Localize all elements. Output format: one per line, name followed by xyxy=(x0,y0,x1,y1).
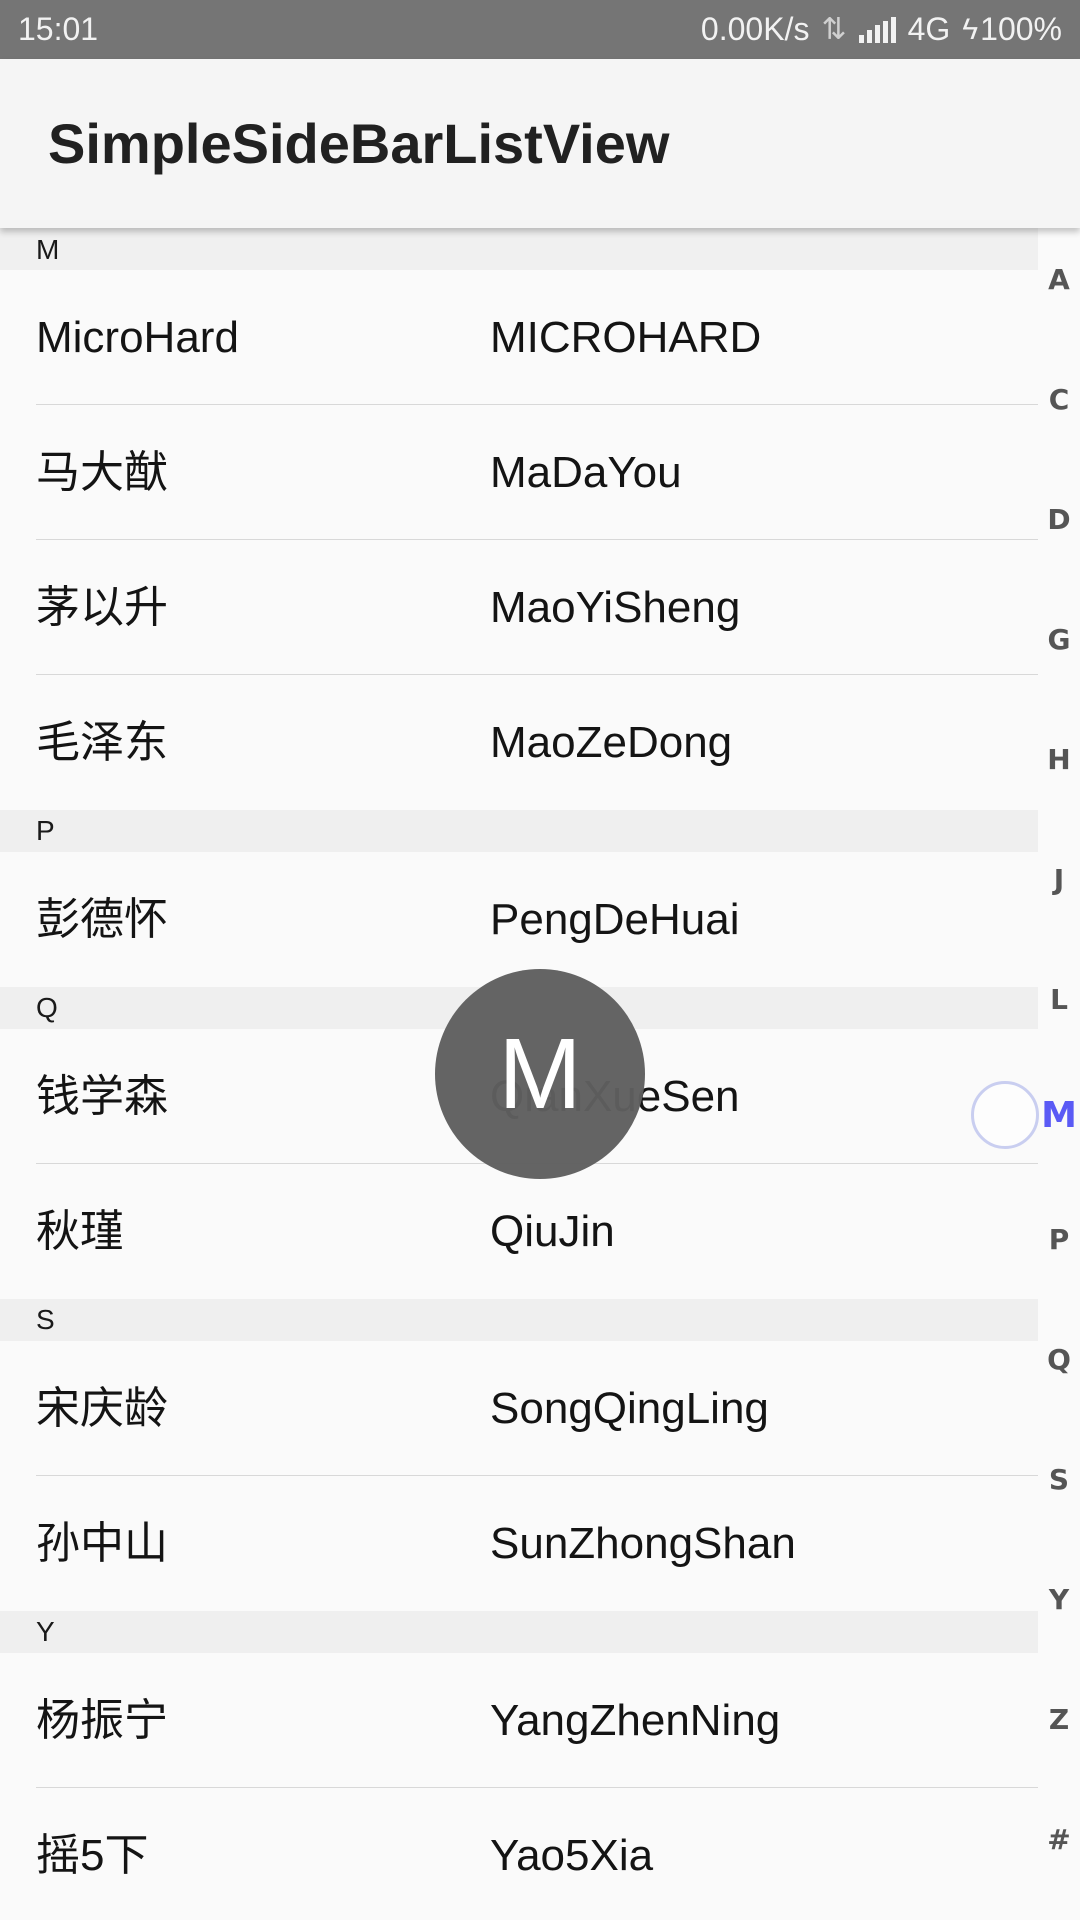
network-speed: 0.00K/s xyxy=(700,11,810,47)
status-bar: 15:01 0.00K/s ⇅ 4G ϟ 100% xyxy=(0,0,1080,59)
side-index-letter[interactable]: C xyxy=(1038,383,1080,416)
network-type: 4G xyxy=(907,11,951,47)
list-item[interactable]: 茅以升 MaoYiSheng xyxy=(0,540,1038,675)
list-item-name: 杨振宁 xyxy=(36,1696,168,1745)
signal-strength-icon xyxy=(858,16,896,43)
list-item-name: MicroHard xyxy=(36,313,239,362)
list-item-pinyin: MICROHARD xyxy=(490,313,762,362)
section-header-p: P xyxy=(0,810,1038,852)
side-index-bar[interactable]: A C D G H J L M P Q S Y Z # xyxy=(1038,228,1080,1920)
side-index-letter[interactable]: Y xyxy=(1038,1583,1080,1616)
side-index-letter[interactable]: Z xyxy=(1038,1703,1080,1736)
list-item-pinyin: Yao5Xia xyxy=(490,1831,654,1880)
side-index-letter-active[interactable]: M xyxy=(1038,1095,1080,1136)
index-letter-bubble: M xyxy=(435,969,645,1179)
list-item-pinyin: QiuJin xyxy=(490,1207,615,1256)
touch-indicator xyxy=(971,1081,1039,1149)
data-transfer-icon: ⇅ xyxy=(821,13,847,46)
list-item-name: 摇5下 xyxy=(36,1831,149,1880)
side-index-letter[interactable]: L xyxy=(1038,983,1080,1016)
side-index-letter[interactable]: A xyxy=(1038,263,1080,296)
list-item-pinyin: PengDeHuai xyxy=(490,895,740,944)
list-item[interactable]: 宋庆龄 SongQingLing xyxy=(0,1341,1038,1476)
section-header-s: S xyxy=(0,1299,1038,1341)
status-indicators: 0.00K/s ⇅ 4G ϟ 100% xyxy=(701,0,1062,59)
list-item[interactable]: MicroHard MICROHARD xyxy=(0,270,1038,405)
list-item[interactable]: 马大猷 MaDaYou xyxy=(0,405,1038,540)
list-item-name: 秋瑾 xyxy=(36,1207,124,1256)
charging-icon: ϟ xyxy=(962,13,979,46)
list-item[interactable]: 孙中山 SunZhongShan xyxy=(0,1476,1038,1611)
list-item-pinyin: MaoZeDong xyxy=(490,718,733,767)
section-header-y: Y xyxy=(0,1611,1038,1653)
list-item-pinyin: SongQingLing xyxy=(490,1384,769,1433)
side-index-letter[interactable]: D xyxy=(1038,503,1080,536)
list-item[interactable]: 彭德怀 PengDeHuai xyxy=(0,852,1038,987)
list-item-pinyin: YangZhenNing xyxy=(490,1696,781,1745)
list-item[interactable]: 毛泽东 MaoZeDong xyxy=(0,675,1038,810)
side-index-letter[interactable]: J xyxy=(1038,863,1080,896)
list-item-name: 彭德怀 xyxy=(36,895,168,944)
list-item-pinyin: MaoYiSheng xyxy=(490,583,741,632)
list-item-pinyin: SunZhongShan xyxy=(490,1519,796,1568)
list-item[interactable]: 秋瑾 QiuJin xyxy=(0,1164,1038,1299)
list-item-name: 毛泽东 xyxy=(36,718,168,767)
status-time: 15:01 xyxy=(18,11,99,47)
side-index-letter[interactable]: G xyxy=(1038,623,1080,656)
side-index-letter[interactable]: P xyxy=(1038,1223,1080,1256)
side-index-letter[interactable]: Q xyxy=(1038,1343,1080,1376)
battery-level: 100% xyxy=(980,11,1062,47)
list-item[interactable]: 摇5下 Yao5Xia xyxy=(0,1788,1038,1920)
page-title: SimpleSideBarListView xyxy=(48,112,670,175)
list-item-name: 茅以升 xyxy=(36,583,168,632)
side-index-letter[interactable]: # xyxy=(1038,1823,1080,1856)
app-bar: SimpleSideBarListView xyxy=(0,59,1080,228)
list-item-name: 钱学森 xyxy=(36,1072,168,1121)
list-item-name: 宋庆龄 xyxy=(36,1384,168,1433)
list-item-pinyin: MaDaYou xyxy=(490,448,682,497)
list-item[interactable]: 杨振宁 YangZhenNing xyxy=(0,1653,1038,1788)
list-item-name: 孙中山 xyxy=(36,1519,168,1568)
list-item-name: 马大猷 xyxy=(36,448,168,497)
section-header-m: M xyxy=(0,228,1038,270)
side-index-letter[interactable]: H xyxy=(1038,743,1080,776)
side-index-letter[interactable]: S xyxy=(1038,1463,1080,1496)
